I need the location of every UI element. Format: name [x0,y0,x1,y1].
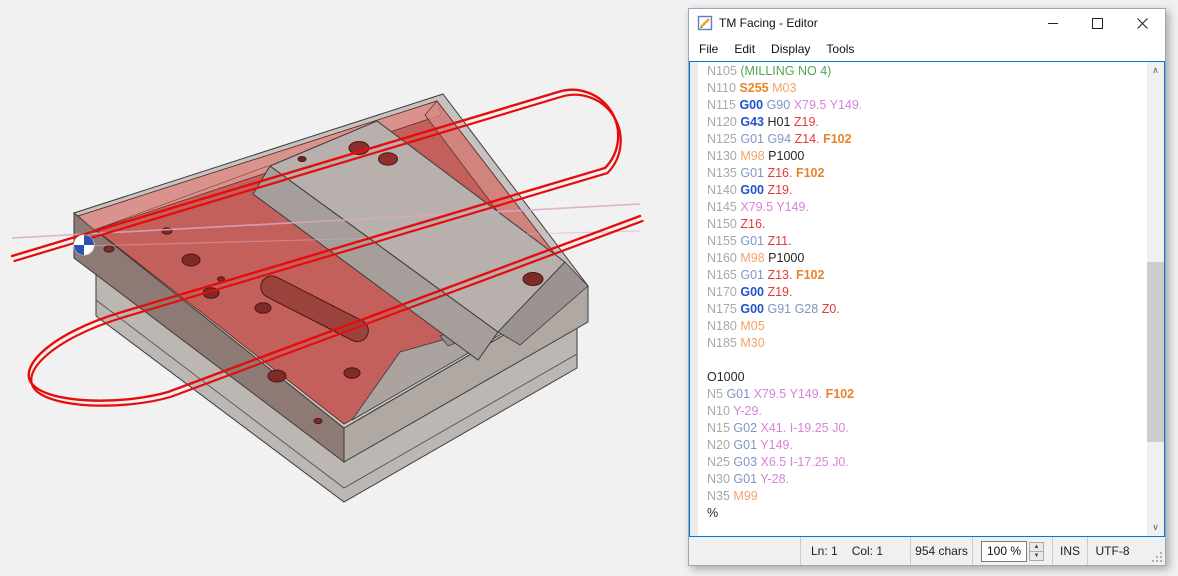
code-line: N30 G01 Y-28. [707,471,1147,488]
code-line: N115 G00 G90 X79.5 Y149. [707,97,1147,114]
maximize-button[interactable] [1075,9,1120,37]
code-line: N150 Z16. [707,216,1147,233]
code-line: N145 X79.5 Y149. [707,199,1147,216]
scrollbar-thumb[interactable] [1147,262,1164,442]
scroll-down-arrow-icon[interactable]: ∨ [1147,519,1164,536]
close-button[interactable] [1120,9,1165,37]
resize-grip-icon [1152,552,1162,562]
code-line: N110 S255 M03 [707,80,1147,97]
statusbar: Ln: 1 Col: 1 954 chars 100 % ▲ ▼ INS UTF… [689,537,1165,565]
code-line: N25 G03 X6.5 I-17.25 J0. [707,454,1147,471]
code-line: O1000 [707,369,1147,386]
code-line: N170 G00 Z19. [707,284,1147,301]
code-line: N125 G01 G94 Z14. F102 [707,131,1147,148]
code-line: % [707,505,1147,522]
titlebar[interactable]: TM Facing - Editor [689,9,1165,37]
insert-mode-indicator: INS [1052,537,1087,565]
zoom-spinner: ▲ ▼ [1029,542,1044,561]
zoom-control: 100 % ▲ ▼ [972,537,1052,565]
code-line: N105 (MILLING NO 4) [707,63,1147,80]
code-line: N10 Y-29. [707,403,1147,420]
vertical-scrollbar[interactable]: ∧ ∨ [1147,62,1164,536]
code-line: N155 G01 Z11. [707,233,1147,250]
maximize-icon [1092,18,1103,29]
line-indicator: Ln: 1 [811,544,838,558]
editor-window: TM Facing - Editor File Edit Display Too… [688,8,1166,566]
code-line: N20 G01 Y149. [707,437,1147,454]
code-line: N15 G02 X41. I-19.25 J0. [707,420,1147,437]
window-title: TM Facing - Editor [719,16,1030,30]
close-icon [1137,18,1148,29]
code-line: N130 M98 P1000 [707,148,1147,165]
minimize-icon [1048,23,1058,24]
statusbar-spacer [689,537,800,565]
char-count: 954 chars [910,537,972,565]
zoom-value[interactable]: 100 % [981,541,1027,562]
code-editor[interactable]: N105 (MILLING NO 4)N110 S255 M03N115 G00… [689,61,1165,537]
code-line: N160 M98 P1000 [707,250,1147,267]
code-line: N165 G01 Z13. F102 [707,267,1147,284]
code-line: N180 M05 [707,318,1147,335]
scroll-up-arrow-icon[interactable]: ∧ [1147,62,1164,79]
code-line: N140 G00 Z19. [707,182,1147,199]
app-icon [697,15,713,31]
viewport-3d[interactable] [0,0,688,576]
menu-display[interactable]: Display [763,39,818,59]
resize-grip[interactable] [1137,537,1165,565]
minimize-button[interactable] [1030,9,1075,37]
code-line: N135 G01 Z16. F102 [707,165,1147,182]
menu-file[interactable]: File [691,39,726,59]
part-scene [0,0,688,576]
encoding-indicator: UTF-8 [1087,537,1137,565]
editor-gutter [690,62,698,536]
code-lines[interactable]: N105 (MILLING NO 4)N110 S255 M03N115 G00… [698,62,1147,536]
menu-tools[interactable]: Tools [818,39,862,59]
menubar: File Edit Display Tools [689,37,1165,61]
column-indicator: Col: 1 [852,544,883,558]
code-line: N120 G43 H01 Z19. [707,114,1147,131]
code-line: N175 G00 G91 G28 Z0. [707,301,1147,318]
zoom-increase-button[interactable]: ▲ [1030,543,1043,552]
code-line: N185 M30 [707,335,1147,352]
code-line [707,352,1147,369]
cursor-position: Ln: 1 Col: 1 [800,537,910,565]
origin-marker-icon [74,235,94,255]
menu-edit[interactable]: Edit [726,39,763,59]
zoom-decrease-button[interactable]: ▼ [1030,552,1043,560]
code-line: N35 M99 [707,488,1147,505]
code-line: N5 G01 X79.5 Y149. F102 [707,386,1147,403]
